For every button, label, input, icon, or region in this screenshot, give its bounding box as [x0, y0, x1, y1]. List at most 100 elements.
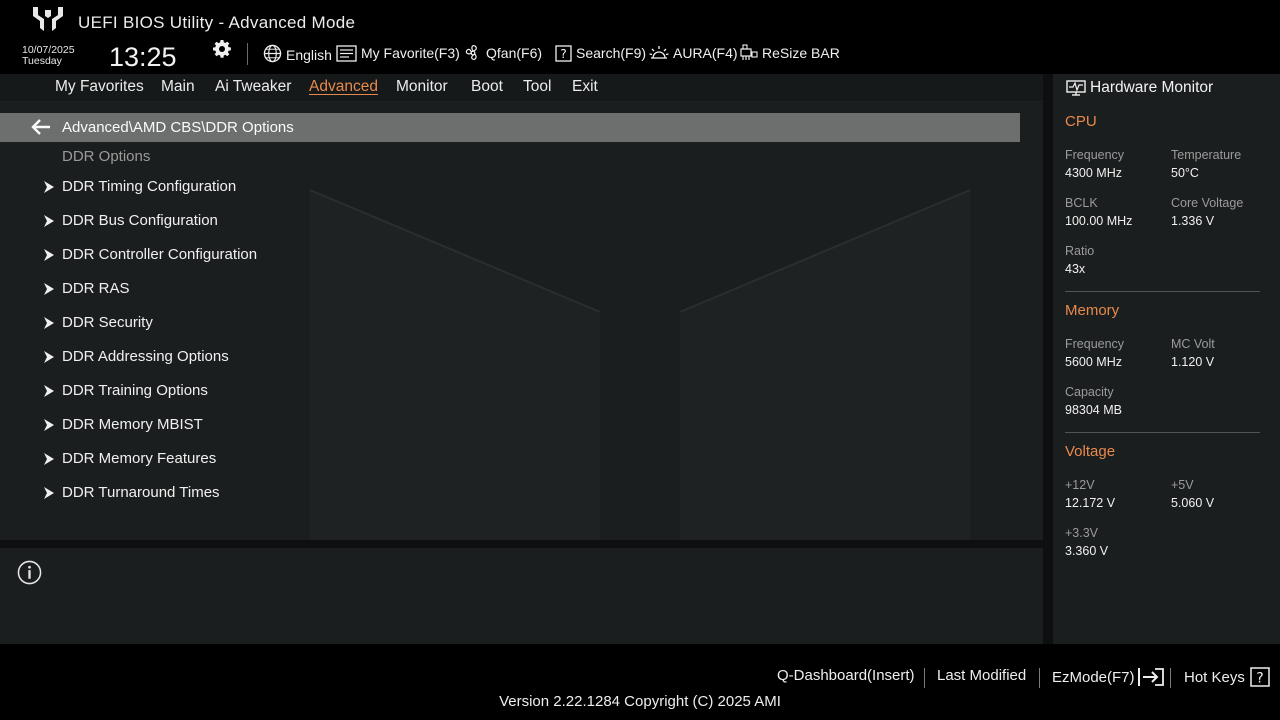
submenu-arrow-icon: [44, 215, 54, 227]
v5-label: +5V: [1171, 478, 1194, 492]
tab-ai-tweaker[interactable]: Ai Tweaker: [215, 78, 291, 96]
tab-advanced[interactable]: Advanced: [309, 78, 378, 96]
last-modified-button[interactable]: Last Modified: [937, 667, 1026, 684]
ratio-label: Ratio: [1065, 244, 1095, 258]
cpu-frequency-value: 4300 MHz: [1065, 166, 1122, 180]
entry-label: DDR Addressing Options: [62, 348, 229, 365]
qfan-label: Qfan(F6): [486, 45, 543, 61]
submenu-arrow-icon: [44, 181, 54, 193]
app-title: UEFI BIOS Utility - Advanced Mode: [78, 13, 356, 32]
cpu-heading: CPU: [1065, 113, 1097, 130]
core-voltage-label: Core Voltage: [1171, 196, 1244, 210]
menu-entry-ddr-ras[interactable]: DDR RAS: [0, 275, 1020, 305]
ezmode-button[interactable]: EzMode(F7): [1052, 667, 1165, 687]
language-button[interactable]: English: [263, 42, 332, 64]
capacity-label: Capacity: [1065, 385, 1114, 399]
tab-exit[interactable]: Exit: [572, 78, 598, 96]
submenu-arrow-icon: [44, 487, 54, 499]
entry-label: DDR Controller Configuration: [62, 246, 258, 263]
my-favorite-button[interactable]: My Favorite(F3): [336, 42, 460, 64]
v33-label: +3.3V: [1065, 526, 1099, 540]
entry-label: DDR Turnaround Times: [62, 484, 220, 501]
menu-entry-ddr-timing-configuration[interactable]: DDR Timing Configuration: [0, 173, 1020, 203]
info-icon: [17, 560, 42, 585]
entry-label: DDR Memory MBIST: [62, 416, 203, 433]
hardware-monitor-title: Hardware Monitor: [1090, 79, 1214, 96]
cpu-temperature-value: 50°C: [1171, 166, 1199, 180]
entry-label: DDR Timing Configuration: [62, 178, 237, 195]
menu-entry-ddr-bus-configuration[interactable]: DDR Bus Configuration: [0, 207, 1020, 237]
hot-keys-button[interactable]: Hot Keys ?: [1184, 667, 1270, 687]
menu-entry-ddr-turnaround-times[interactable]: DDR Turnaround Times: [0, 479, 1020, 509]
section-label: DDR Options: [62, 148, 151, 165]
menu-entry-ddr-memory-mbist[interactable]: DDR Memory MBIST: [0, 411, 1020, 441]
tab-my-favorites[interactable]: My Favorites: [55, 78, 144, 96]
aura-button[interactable]: AURA(F4): [649, 42, 738, 64]
my-favorite-label: My Favorite(F3): [361, 45, 460, 61]
menu-bar: My Favorites Main Ai Tweaker Advanced Mo…: [0, 74, 1043, 102]
entry-label: DDR RAS: [62, 280, 130, 297]
hardware-monitor-panel: Hardware Monitor CPU Frequency 4300 MHz …: [1053, 74, 1280, 644]
entry-label: DDR Bus Configuration: [62, 212, 218, 229]
main-panel: Advanced\AMD CBS\DDR Options DDR Options…: [0, 102, 1043, 540]
day-text: Tuesday: [22, 55, 62, 67]
cpu-temperature-label: Temperature: [1171, 148, 1242, 162]
monitor-icon: [1066, 80, 1086, 96]
memory-heading: Memory: [1065, 302, 1120, 319]
v33-value: 3.360 V: [1065, 544, 1109, 558]
version-text: Version 2.22.1284 Copyright (C) 2025 AMI: [499, 693, 781, 710]
hot-keys-label: Hot Keys: [1184, 668, 1245, 686]
bclk-label: BCLK: [1065, 196, 1098, 210]
toolbar-separator: [247, 43, 248, 65]
mc-volt-value: 1.120 V: [1171, 355, 1215, 369]
submenu-arrow-icon: [44, 249, 54, 261]
help-question-icon: ?: [1250, 667, 1270, 687]
qfan-button[interactable]: Qfan(F6): [464, 42, 542, 64]
submenu-arrow-icon: [44, 419, 54, 431]
tab-main[interactable]: Main: [161, 78, 195, 96]
svg-text:?: ?: [1256, 671, 1263, 687]
core-voltage-value: 1.336 V: [1171, 214, 1215, 228]
section-divider: [1065, 291, 1260, 292]
back-arrow-icon[interactable]: [31, 118, 51, 136]
search-question-icon: ?: [555, 44, 572, 62]
menu-entry-ddr-memory-features[interactable]: DDR Memory Features: [0, 445, 1020, 475]
tab-boot[interactable]: Boot: [471, 78, 503, 96]
favorite-list-icon: [336, 44, 357, 62]
clock: 13:25: [109, 42, 177, 72]
info-bar: 10/07/2025 Tuesday 13:25 English My Favo…: [0, 36, 1280, 74]
menu-entry-ddr-addressing-options[interactable]: DDR Addressing Options: [0, 343, 1020, 373]
ezmode-exit-icon: [1137, 668, 1164, 686]
q-dashboard-button[interactable]: Q-Dashboard(Insert): [777, 667, 915, 684]
tab-tool[interactable]: Tool: [523, 78, 551, 96]
submenu-arrow-icon: [44, 453, 54, 465]
menu-entry-ddr-training-options[interactable]: DDR Training Options: [0, 377, 1020, 407]
capacity-value: 98304 MB: [1065, 403, 1122, 417]
resize-bar-button[interactable]: ReSize BAR: [740, 42, 840, 64]
resize-bar-icon: [740, 44, 758, 60]
panel-divider: [0, 540, 1043, 548]
menu-entry-ddr-controller-configuration[interactable]: DDR Controller Configuration: [0, 241, 1020, 271]
menu-entry-ddr-security[interactable]: DDR Security: [0, 309, 1020, 339]
tab-monitor[interactable]: Monitor: [396, 78, 448, 96]
fan-icon: [465, 45, 477, 61]
language-label: English: [286, 47, 332, 63]
cpu-frequency-label: Frequency: [1065, 148, 1125, 162]
globe-icon: [263, 44, 282, 62]
footer-separator: [1039, 668, 1040, 688]
search-label: Search(F9): [576, 45, 647, 61]
section-divider: [1065, 432, 1260, 433]
gear-icon[interactable]: [212, 39, 232, 59]
footer-bar: Q-Dashboard(Insert) Last Modified EzMode…: [0, 644, 1280, 720]
submenu-arrow-icon: [44, 317, 54, 329]
v12-label: +12V: [1065, 478, 1095, 492]
submenu-arrow-icon: [44, 351, 54, 363]
v5-value: 5.060 V: [1171, 496, 1215, 510]
entry-label: DDR Memory Features: [62, 450, 217, 467]
entry-label: DDR Security: [62, 314, 153, 331]
date-display: 10/07/2025 Tuesday: [22, 45, 75, 67]
resize-bar-label: ReSize BAR: [762, 45, 840, 61]
search-button[interactable]: ? Search(F9): [555, 42, 646, 64]
aura-light-icon: [649, 46, 669, 59]
footer-separator: [924, 668, 925, 688]
